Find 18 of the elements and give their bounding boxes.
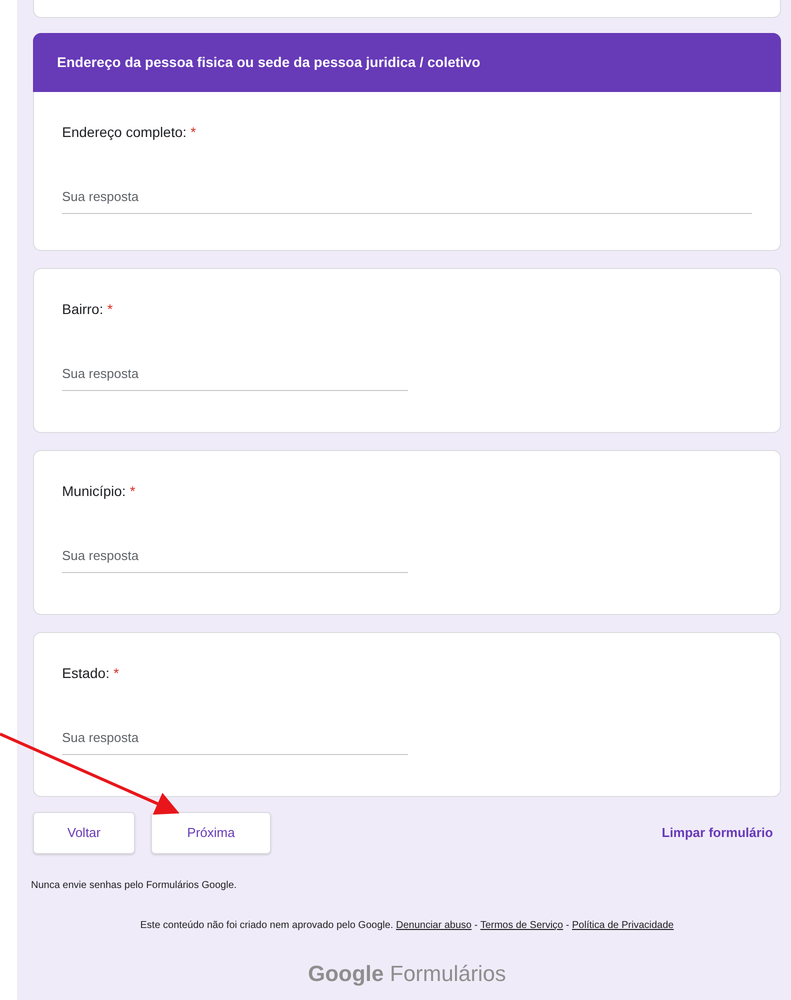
required-mark: * [130,483,136,499]
required-mark: * [113,665,119,681]
footer-link[interactable]: Política de Privacidade [572,920,674,931]
question-label: Bairro: [62,301,104,317]
question-label: Município: [62,483,126,499]
question-label: Estado: [62,665,110,681]
disclaimer-text: Este conteúdo não foi criado nem aprovado pelo Google. Denunciar abuso - Termos de Serviço - Política de Privacidade [139,919,675,933]
question-label: Endereço completo: [62,124,187,140]
required-mark: * [190,124,196,140]
section-header: Endereço da pessoa fisica ou sede da pessoa juridica / coletivo [33,33,781,92]
footer-link[interactable]: Denunciar abuso [396,920,472,931]
warning-text: Nunca envie senhas pelo Formulários Google. [31,879,238,893]
next-button[interactable]: Próxima [151,812,271,854]
required-mark: * [107,301,113,317]
clear-form-link[interactable]: Limpar formulário [662,823,773,843]
product-logo: Google Formulários [306,960,508,988]
back-button[interactable]: Voltar [33,812,135,854]
footer-link[interactable]: Termos de Serviço [480,920,564,931]
